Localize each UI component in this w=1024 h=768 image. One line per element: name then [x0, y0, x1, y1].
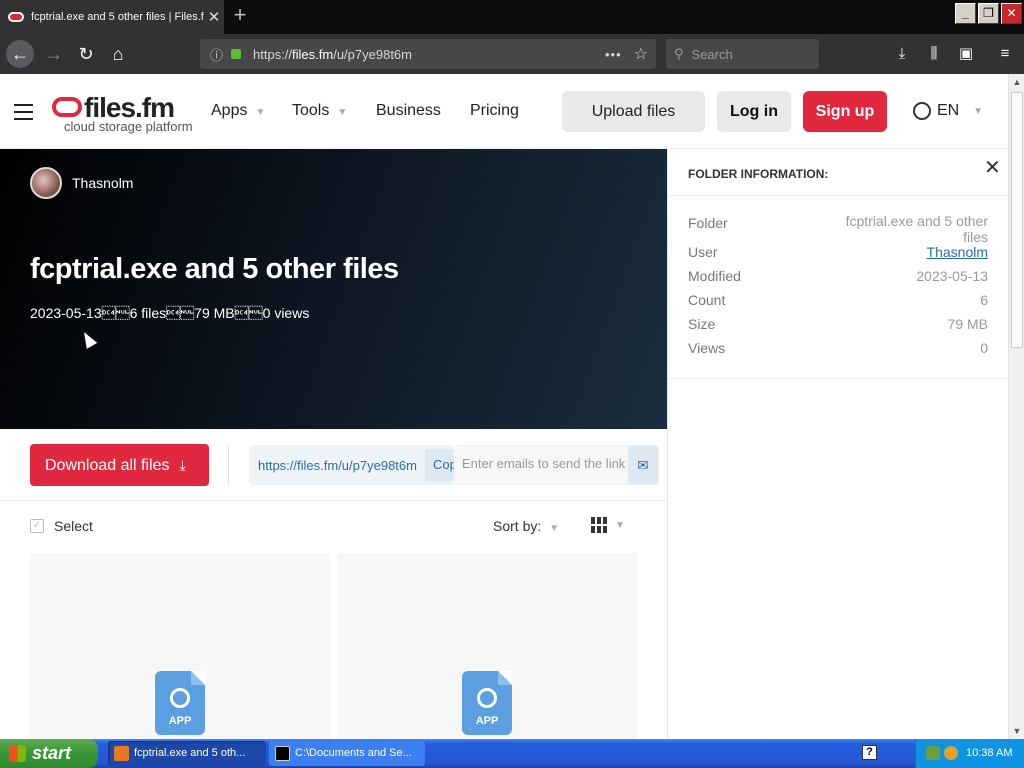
library-icon[interactable]: ⫼	[924, 44, 944, 64]
page-scrollbar[interactable]: ▲ ▼	[1008, 74, 1024, 739]
windows-logo-icon	[9, 745, 26, 762]
app-file-icon: APP	[155, 671, 205, 735]
hamburger-menu-icon[interactable]	[14, 104, 33, 120]
url-bar[interactable]: ⓘ https://files.fm/u/p7ye98t6m ••• ☆	[200, 39, 656, 69]
browser-nav-bar: ← → ↻ ⌂ ⓘ https://files.fm/u/p7ye98t6m •…	[0, 34, 1024, 74]
start-button[interactable]: start	[0, 739, 98, 768]
page-actions-icon[interactable]: •••	[605, 47, 622, 62]
email-share-box: ✉	[455, 445, 659, 485]
minimize-button[interactable]: _	[955, 3, 976, 24]
sort-by-dropdown[interactable]: Sort by: ▼	[493, 518, 559, 534]
app-file-icon: APP	[462, 671, 512, 735]
menu-icon[interactable]: ≡	[995, 44, 1015, 64]
download-arrow-icon: ⤓	[179, 457, 186, 473]
grid-view-icon	[591, 517, 607, 533]
back-button[interactable]: ←	[6, 40, 34, 68]
browser-tab[interactable]: fcptrial.exe and 5 other files | Files.f…	[0, 0, 224, 34]
logo-tagline: cloud storage platform	[64, 119, 193, 134]
restore-button[interactable]: ❐	[978, 3, 999, 24]
browser-tab-strip: fcptrial.exe and 5 other files | Files.f…	[0, 0, 1024, 34]
clock[interactable]: 10:38 AM	[966, 747, 1012, 759]
lock-icon	[231, 49, 242, 59]
forward-button[interactable]: →	[40, 40, 68, 68]
copy-link-button[interactable]: Copy	[425, 449, 454, 481]
folder-hero: Thasnolm fcptrial.exe and 5 other files …	[0, 149, 667, 429]
file-card[interactable]: APP	[337, 553, 637, 753]
taskbar-item-cmd[interactable]: C:\Documents and Se...	[269, 741, 425, 766]
chevron-down-icon: ▼	[255, 107, 266, 118]
network-icon[interactable]	[926, 746, 940, 760]
share-link-box[interactable]: https://files.fm/u/p7ye98t6m Copy	[249, 445, 454, 485]
folder-info-heading: FOLDER INFORMATION:	[688, 167, 829, 181]
bookmark-star-icon[interactable]: ☆	[634, 44, 648, 64]
scrollbar-thumb[interactable]	[1011, 92, 1023, 348]
language-selector[interactable]: EN ▼	[913, 102, 983, 120]
info-icon[interactable]: ⓘ	[210, 45, 223, 64]
nav-tools[interactable]: Tools ▼	[292, 102, 347, 120]
downloads-icon[interactable]: ⤓	[892, 44, 912, 64]
scroll-up-icon[interactable]: ▲	[1009, 74, 1024, 90]
divider	[668, 195, 1009, 196]
close-tab-icon[interactable]: ✕	[204, 8, 224, 26]
send-email-icon[interactable]: ✉	[628, 446, 658, 484]
file-card[interactable]: APP	[30, 553, 330, 753]
help-icon[interactable]: ?	[862, 745, 877, 760]
search-placeholder: Search	[691, 46, 733, 62]
nav-apps[interactable]: Apps ▼	[211, 102, 265, 120]
gear-icon	[477, 688, 497, 708]
nav-pricing[interactable]: Pricing	[470, 102, 519, 120]
screen: fcptrial.exe and 5 other files | Files.f…	[0, 0, 1024, 768]
nav-business[interactable]: Business	[376, 102, 441, 120]
site-favicon-icon	[8, 12, 24, 22]
url-text: https://files.fm/u/p7ye98t6m	[253, 46, 412, 62]
system-tray: 10:38 AM	[915, 739, 1024, 768]
login-button[interactable]: Log in	[717, 91, 791, 132]
close-window-button[interactable]: ✕	[1001, 3, 1022, 24]
globe-icon	[913, 102, 931, 120]
upload-files-button[interactable]: Upload files	[562, 91, 705, 132]
select-all-toggle[interactable]: ✓ Select	[30, 518, 93, 534]
share-link[interactable]: https://files.fm/u/p7ye98t6m	[258, 458, 421, 473]
sidebar-icon[interactable]: ▣	[956, 44, 976, 64]
folder-title: fcptrial.exe and 5 other files	[30, 253, 399, 285]
taskbar-item-firefox[interactable]: fcptrial.exe and 5 oth...	[108, 741, 266, 766]
view-mode-dropdown[interactable]: ▼	[591, 517, 625, 533]
chevron-down-icon: ▼	[615, 519, 625, 531]
signup-button[interactable]: Sign up	[803, 91, 887, 132]
chevron-down-icon: ▼	[549, 523, 560, 534]
divider	[0, 500, 667, 501]
home-button[interactable]: ⌂	[104, 40, 132, 68]
folder-info-panel: FOLDER INFORMATION: ✕ Folder fcptrial.ex…	[667, 149, 1009, 739]
reload-button[interactable]: ↻	[72, 40, 100, 68]
chevron-down-icon: ▼	[973, 105, 984, 117]
site-header: files.fm cloud storage platform Apps ▼ To…	[0, 74, 1008, 149]
tab-title: fcptrial.exe and 5 other files | Files.f…	[31, 11, 204, 23]
window-controls: _ ❐ ✕	[955, 3, 1022, 24]
chevron-down-icon: ▼	[337, 107, 348, 118]
email-input[interactable]	[462, 456, 628, 471]
download-all-button[interactable]: Download all files ⤓	[30, 444, 209, 486]
scroll-down-icon[interactable]: ▼	[1009, 723, 1024, 739]
search-icon: ⚲	[674, 46, 684, 61]
divider	[228, 446, 229, 484]
checkbox-icon[interactable]: ✓	[30, 519, 44, 533]
folder-meta: 2023-05-13 6 files 79 MB 0 views	[30, 305, 310, 321]
new-tab-button[interactable]: +	[228, 4, 252, 28]
firefox-icon	[114, 746, 129, 761]
divider	[668, 378, 1009, 379]
search-bar[interactable]: ⚲ Search	[666, 39, 819, 69]
close-panel-icon[interactable]: ✕	[984, 155, 1001, 180]
search-icon[interactable]	[944, 746, 958, 760]
logo-mark-icon	[52, 97, 82, 117]
command-prompt-icon	[275, 746, 290, 761]
owner-username[interactable]: Thasnolm	[72, 175, 133, 191]
owner-link[interactable]: Thasnolm	[927, 244, 988, 260]
gear-icon	[170, 688, 190, 708]
avatar[interactable]	[30, 167, 62, 199]
